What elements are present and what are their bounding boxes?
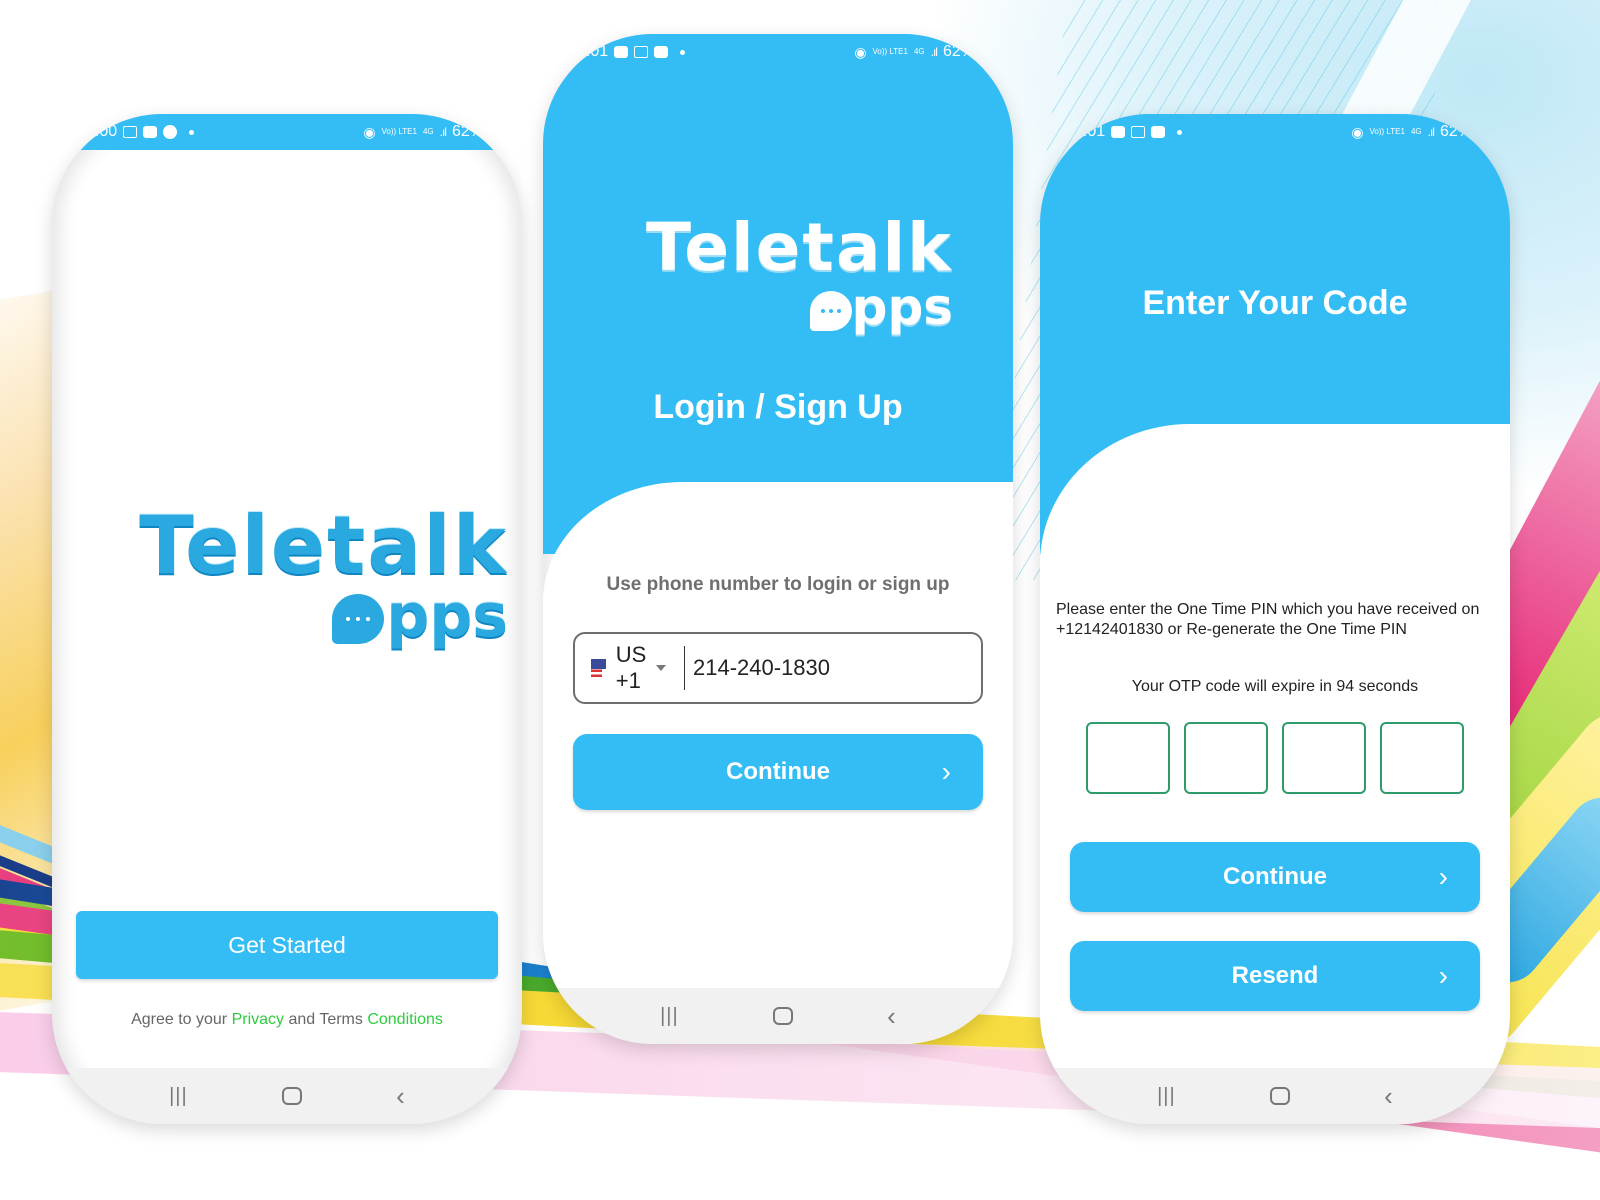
laptop-icon: [634, 46, 649, 58]
chevron-right-icon: ›: [941, 756, 951, 787]
dial-code: +1: [615, 668, 641, 693]
logo-wordmark: Teletalk: [139, 499, 508, 592]
logo-wordmark: Teletalk: [645, 209, 953, 286]
home-button[interactable]: [1269, 1087, 1290, 1105]
country-code-selector[interactable]: US +1: [616, 642, 647, 694]
home-button[interactable]: [281, 1087, 302, 1105]
4g-icon: 4G: [1410, 127, 1422, 136]
otp-input-group: [1086, 722, 1464, 794]
signal-icon: .ıl: [930, 45, 938, 59]
chat-bubble-icon: [163, 125, 178, 139]
laptop-icon: [123, 126, 138, 138]
continue-label: Continue: [726, 758, 830, 785]
teletalk-logo: Teletalk pps: [68, 499, 508, 647]
phone-number-input[interactable]: [685, 655, 981, 681]
image-icon: [614, 46, 629, 58]
notification-dot-icon: [189, 129, 195, 135]
status-bar: 9:01 ◉ Vo)) LTE1 4G .ıl 62%: [1040, 114, 1510, 150]
hotspot-icon: ◉: [854, 43, 867, 60]
continue-button[interactable]: Continue ›: [573, 734, 983, 810]
privacy-link[interactable]: Privacy: [232, 1011, 284, 1028]
signal-icon: .ıl: [1427, 125, 1435, 139]
back-button[interactable]: ‹: [396, 1081, 405, 1112]
page-title: Login / Sign Up: [653, 388, 903, 426]
edit-icon: [654, 46, 669, 58]
volte-icon: Vo)) LTE1: [1369, 127, 1405, 136]
chevron-right-icon: ›: [1438, 861, 1448, 892]
volte-icon: Vo)) LTE1: [381, 127, 417, 136]
hotspot-icon: ◉: [1351, 123, 1364, 140]
volte-icon: Vo)) LTE1: [872, 47, 908, 56]
back-button[interactable]: ‹: [1384, 1081, 1393, 1112]
get-started-button[interactable]: Get Started: [76, 911, 498, 979]
teletalk-logo: Teletalk pps: [583, 209, 953, 333]
agree-text: Agree to your: [131, 1011, 232, 1028]
status-time: 9:01: [577, 43, 609, 60]
page-title: Enter Your Code: [1142, 284, 1408, 322]
otp-digit-1[interactable]: [1086, 722, 1170, 794]
continue-button[interactable]: Continue ›: [1070, 842, 1480, 912]
battery-percent: 62%: [1439, 123, 1472, 140]
android-nav-bar: ||| ‹: [1040, 1068, 1510, 1124]
phone-login-screen: 9:01 ◉ Vo)) LTE1 4G .ıl 62% Teletalk pps…: [543, 34, 1013, 1044]
android-nav-bar: ||| ‹: [543, 988, 1013, 1044]
recent-apps-button[interactable]: |||: [660, 1005, 679, 1028]
otp-instructions: Please enter the One Time PIN which you …: [1056, 601, 1480, 638]
login-hint: Use phone number to login or sign up: [606, 574, 950, 595]
country-code: US: [615, 642, 647, 667]
4g-icon: 4G: [913, 47, 925, 56]
logo-apps-text: pps: [851, 278, 953, 336]
chat-bubble-logo-icon: [332, 594, 385, 645]
recent-apps-button[interactable]: |||: [169, 1085, 188, 1108]
status-time: 9:00: [86, 123, 118, 140]
otp-digit-3[interactable]: [1282, 722, 1366, 794]
notification-dot-icon: [680, 49, 686, 55]
chat-bubble-logo-icon: [809, 290, 852, 331]
battery-percent: 62%: [942, 43, 975, 60]
phone-number-field: US +1: [573, 632, 983, 704]
edit-icon: [143, 126, 158, 138]
agree-text-middle: and Terms: [284, 1011, 368, 1028]
battery-percent: 62%: [451, 123, 484, 140]
laptop-icon: [1131, 126, 1146, 138]
image-icon: [1111, 126, 1126, 138]
otp-digit-4[interactable]: [1380, 722, 1464, 794]
caret-down-icon[interactable]: [656, 665, 667, 671]
status-bar: 9:01 ◉ Vo)) LTE1 4G .ıl 62%: [543, 34, 1013, 70]
logo-apps: pps: [583, 282, 953, 332]
otp-digit-2[interactable]: [1184, 722, 1268, 794]
continue-label: Continue: [1223, 863, 1327, 890]
recent-apps-button[interactable]: |||: [1157, 1085, 1176, 1108]
back-button[interactable]: ‹: [887, 1001, 896, 1032]
otp-expiry-timer: Your OTP code will expire in 94 seconds: [1131, 678, 1419, 695]
conditions-link[interactable]: Conditions: [367, 1011, 443, 1028]
home-button[interactable]: [772, 1007, 793, 1025]
status-bar: 9:00 ◉ Vo)) LTE1 4G .ıl 62%: [52, 114, 522, 150]
hotspot-icon: ◉: [363, 123, 376, 140]
logo-apps-text: pps: [386, 581, 508, 651]
resend-button[interactable]: Resend ›: [1070, 941, 1480, 1011]
logo-apps: pps: [68, 586, 508, 646]
phone-otp-screen: 9:01 ◉ Vo)) LTE1 4G .ıl 62% Enter Your C…: [1040, 114, 1510, 1124]
android-nav-bar: ||| ‹: [52, 1068, 522, 1124]
terms-agreement: Agree to your Privacy and Terms Conditio…: [52, 1011, 522, 1029]
notification-dot-icon: [1177, 129, 1183, 135]
us-flag-icon: [591, 659, 606, 677]
status-time: 9:01: [1074, 123, 1106, 140]
phone-splash-screen: 9:00 ◉ Vo)) LTE1 4G .ıl 62% Teletalk pps…: [52, 114, 522, 1124]
signal-icon: .ıl: [439, 125, 447, 139]
chevron-right-icon: ›: [1438, 960, 1448, 991]
resend-label: Resend: [1231, 962, 1319, 989]
edit-icon: [1151, 126, 1166, 138]
4g-icon: 4G: [422, 127, 434, 136]
